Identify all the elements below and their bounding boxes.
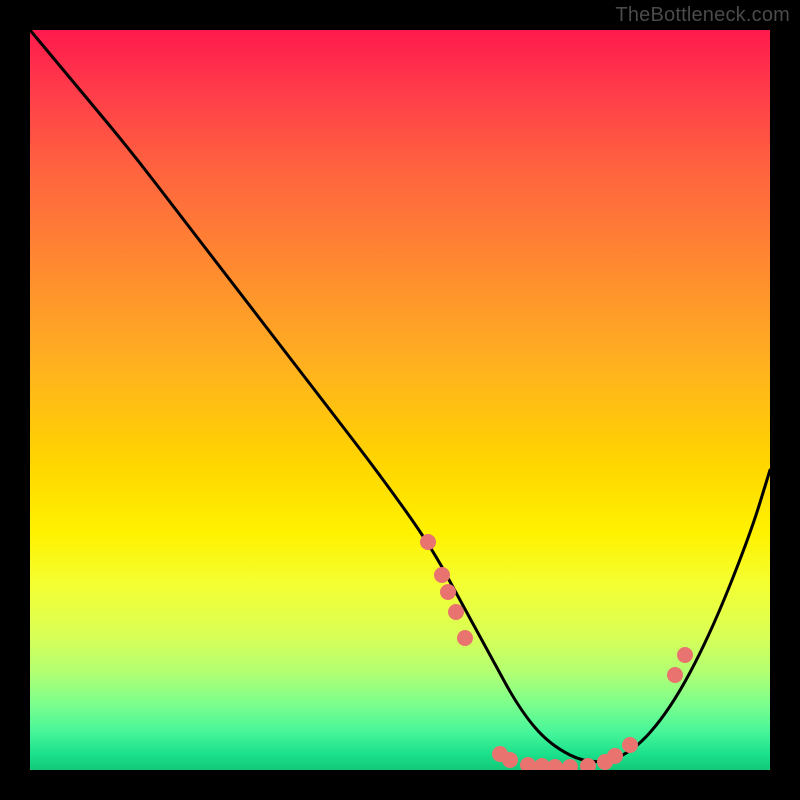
scatter-dot — [434, 567, 450, 583]
plot-area — [30, 30, 770, 770]
scatter-dot — [562, 759, 578, 770]
chart-svg — [30, 30, 770, 770]
scatter-dot — [520, 757, 536, 770]
scatter-dot — [622, 737, 638, 753]
scatter-dot — [667, 667, 683, 683]
scatter-dot — [420, 534, 436, 550]
scatter-dot — [607, 748, 623, 764]
scatter-dot — [502, 752, 518, 768]
scatter-dot — [547, 759, 563, 770]
scatter-dot — [440, 584, 456, 600]
scatter-dot — [448, 604, 464, 620]
bottleneck-curve — [30, 30, 770, 762]
scatter-dot — [457, 630, 473, 646]
attribution-text: TheBottleneck.com — [615, 4, 790, 27]
chart-frame: TheBottleneck.com — [0, 0, 800, 800]
scatter-dots — [420, 534, 693, 770]
scatter-dot — [677, 647, 693, 663]
